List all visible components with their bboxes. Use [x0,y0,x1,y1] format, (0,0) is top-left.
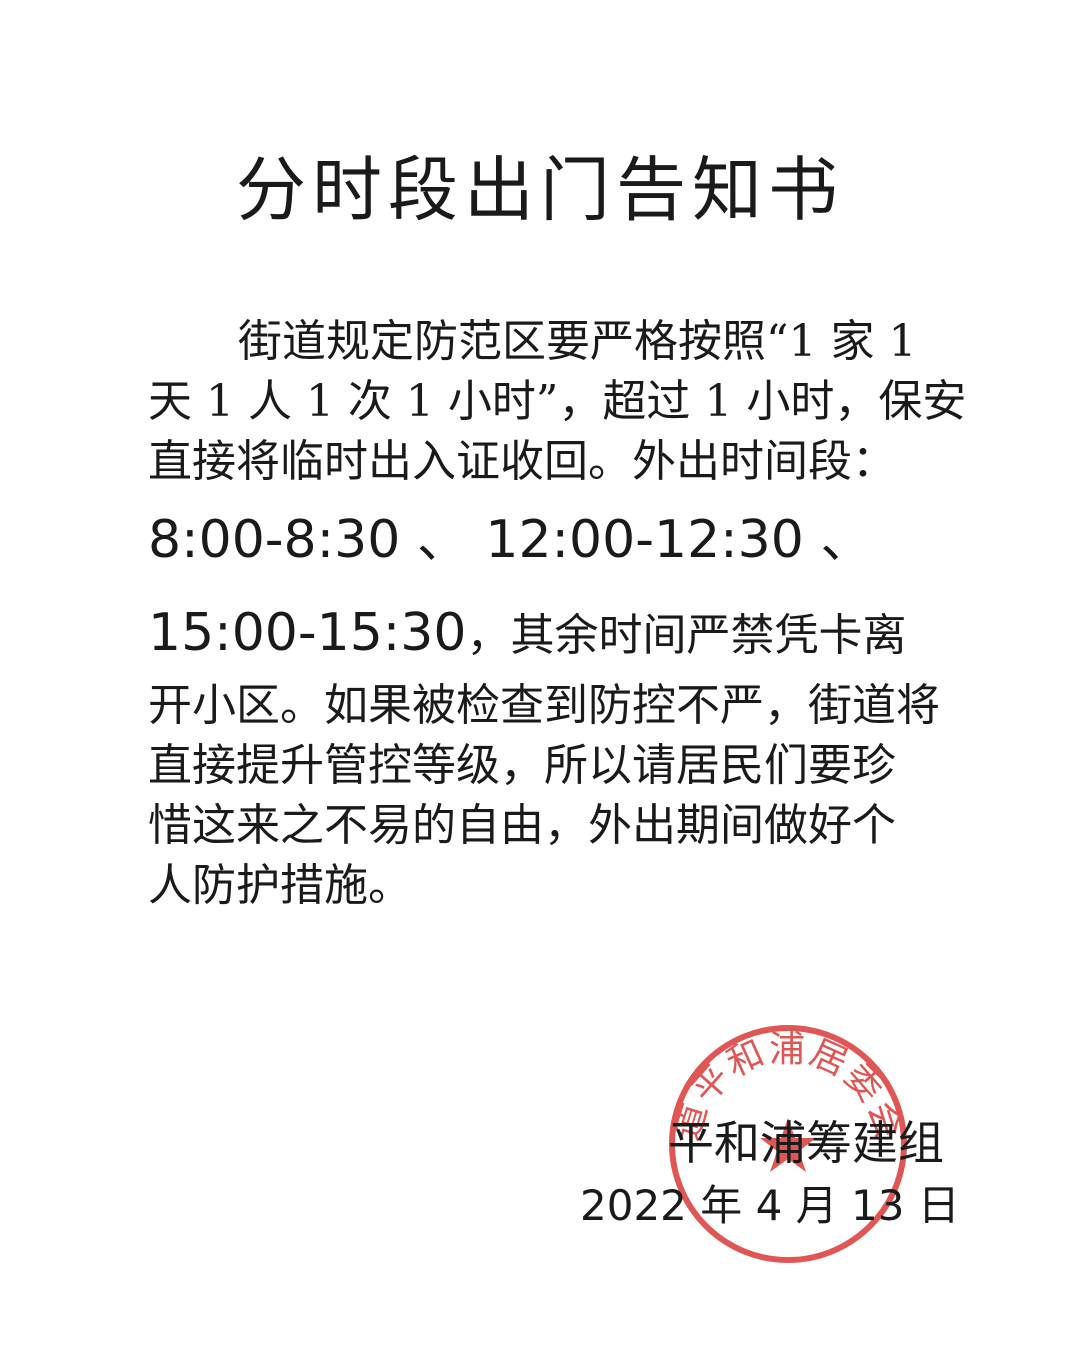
body-line-1: 街道规定防范区要严格按照“1 家 1 [238,316,917,367]
body-line-9: 人防护措施。 [148,860,412,911]
body-line-2: 天 1 人 1 次 1 小时”，超过 1 小时，保安 [148,376,967,427]
body-line-8: 惜这来之不易的自由，外出期间做好个 [148,800,896,851]
time-slot-third: 15:00-15:30 [148,603,467,663]
body-line-6: 开小区。如果被检查到防控不严，街道将 [148,680,940,731]
notice-title: 分时段出门告知书 [236,149,844,231]
body-line-5-rest: ，其余时间严禁凭卡离 [466,610,907,661]
signature-org: 平和浦筹建组 [668,1116,944,1170]
body-line-5: 15:00-15:30，其余时间严禁凭卡离 [148,598,906,668]
body-line-3: 直接将临时出入证收回。外出时间段： [148,436,896,487]
body-line-7: 直接提升管控等级，所以请居民们要珍 [148,740,896,791]
signature-date: 2022 年 4 月 13 日 [580,1181,960,1230]
time-slots-line: 8:00-8:30 、 12:00-12:30 、 [148,510,873,570]
